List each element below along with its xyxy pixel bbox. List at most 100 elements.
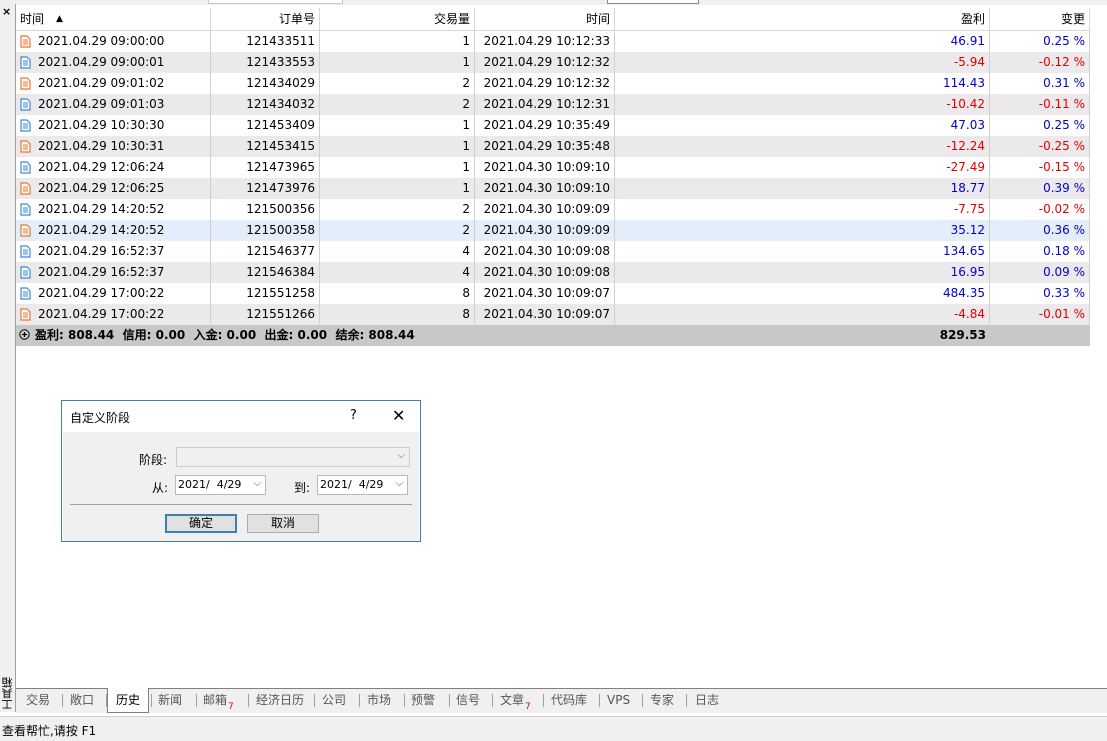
table-row[interactable]: 2021.04.29 10:30:31 121453415 1 2021.04.29 …: [16, 136, 1090, 157]
cell-order: 121453415: [211, 136, 320, 157]
tab-label: VPS: [607, 693, 631, 707]
tab-divider: [686, 694, 687, 707]
cell-volume: 1: [320, 136, 475, 157]
document-icon: [20, 308, 31, 321]
cell-time-text: 2021.04.29 10:30:30: [38, 118, 165, 132]
document-icon: [20, 161, 31, 174]
tab-label: 预警: [411, 693, 436, 707]
table-row[interactable]: 2021.04.29 12:06:25 121473976 1 2021.04.30 …: [16, 178, 1090, 199]
dialog-title: 自定义阶段: [70, 411, 131, 425]
tab-item[interactable]: 新闻: [158, 689, 182, 711]
tab-item[interactable]: 交易: [26, 689, 50, 711]
col-header-order[interactable]: 订单号: [211, 8, 320, 30]
cell-order: 121453409: [211, 115, 320, 136]
ok-button[interactable]: 确定: [165, 514, 237, 533]
cell-change: 0.31 %: [990, 73, 1090, 94]
cell-volume: 1: [320, 115, 475, 136]
tab-item[interactable]: 信号: [456, 689, 480, 711]
tab-label: 历史: [116, 693, 141, 707]
tab-item[interactable]: 市场: [367, 689, 391, 711]
cell-time-text: 2021.04.29 12:06:25: [38, 181, 165, 195]
cell-order: 121546384: [211, 262, 320, 283]
to-date-value: 2021/ 4/29: [320, 478, 384, 491]
cell-time: 2021.04.29 10:30:30: [16, 115, 211, 136]
table-row[interactable]: 2021.04.29 17:00:22 121551266 8 2021.04.30 …: [16, 304, 1090, 325]
tab-item[interactable]: 代码库: [551, 689, 587, 711]
tab-label: 邮箱: [203, 693, 228, 707]
top-input-left[interactable]: [208, 0, 343, 4]
expand-plus-icon[interactable]: [19, 328, 30, 343]
period-label: 阶段:: [139, 453, 168, 467]
table-row[interactable]: 2021.04.29 09:00:01 121433553 1 2021.04.29 …: [16, 52, 1090, 73]
cell-time-text: 2021.04.29 17:00:22: [38, 286, 165, 300]
tab-label: 代码库: [551, 693, 588, 707]
col-header-time[interactable]: 时间 ▲: [16, 8, 211, 30]
tab-divider: [196, 694, 197, 707]
table-row[interactable]: 2021.04.29 12:06:24 121473965 1 2021.04.30 …: [16, 157, 1090, 178]
col-header-volume[interactable]: 交易量: [320, 8, 475, 30]
table-row[interactable]: 2021.04.29 10:30:30 121453409 1 2021.04.29 …: [16, 115, 1090, 136]
cell-volume: 2: [320, 220, 475, 241]
cell-order: 121434032: [211, 94, 320, 115]
period-select[interactable]: ⌵: [176, 447, 410, 467]
tab-item[interactable]: 日志: [695, 689, 719, 711]
col-header-change[interactable]: 变更: [990, 8, 1090, 30]
tab-item[interactable]: 历史: [107, 688, 150, 713]
cell-order: 121434029: [211, 73, 320, 94]
tab-item[interactable]: 敞口: [70, 689, 94, 711]
document-icon: [20, 245, 31, 258]
cell-order: 121551258: [211, 283, 320, 304]
cell-volume: 4: [320, 262, 475, 283]
tab-badge: 7: [228, 702, 234, 712]
tab-item[interactable]: VPS: [607, 689, 630, 711]
tab-item[interactable]: 专家: [650, 689, 674, 711]
summary-row[interactable]: 盈利: 808.44 信用: 0.00 入金: 0.00 出金: 0.00 结余…: [16, 325, 1090, 346]
table-row[interactable]: 2021.04.29 14:20:52 121500358 2 2021.04.30 …: [16, 220, 1090, 241]
table-row[interactable]: 2021.04.29 09:00:00 121433511 1 2021.04.29 …: [16, 31, 1090, 52]
table-row[interactable]: 2021.04.29 14:20:52 121500356 2 2021.04.30 …: [16, 199, 1090, 220]
col-header-time-label: 时间: [20, 12, 45, 26]
cell-time: 2021.04.29 16:52:37: [16, 262, 211, 283]
cell-change: 0.09 %: [990, 262, 1090, 283]
summary-total: 829.53: [939, 328, 986, 342]
dialog-close-icon[interactable]: ✕: [392, 406, 405, 425]
to-date-picker[interactable]: 2021/ 4/29 ⌵: [317, 475, 408, 495]
cell-time-text: 2021.04.29 16:52:37: [38, 244, 165, 258]
table-row[interactable]: 2021.04.29 17:00:22 121551258 8 2021.04.30 …: [16, 283, 1090, 304]
cell-change: -0.02 %: [990, 199, 1090, 220]
table-row[interactable]: 2021.04.29 09:01:02 121434029 2 2021.04.29 …: [16, 73, 1090, 94]
tab-divider: [106, 694, 107, 707]
close-icon[interactable]: ×: [2, 6, 11, 17]
tab-item[interactable]: 预警: [411, 689, 435, 711]
tab-label: 文章: [500, 693, 525, 707]
help-icon[interactable]: ?: [350, 408, 357, 423]
table-row[interactable]: 2021.04.29 16:52:37 121546377 4 2021.04.30 …: [16, 241, 1090, 262]
chevron-down-icon: ⌵: [397, 450, 405, 461]
cell-profit: 18.77: [615, 178, 990, 199]
table-row[interactable]: 2021.04.29 16:52:37 121546384 4 2021.04.30 …: [16, 262, 1090, 283]
cancel-button[interactable]: 取消: [247, 514, 319, 533]
cell-profit: 114.43: [615, 73, 990, 94]
tab-item[interactable]: 经济日历: [256, 689, 304, 711]
tab-item[interactable]: 文章7: [500, 689, 531, 712]
cell-close-time: 2021.04.30 10:09:10: [475, 157, 615, 178]
top-input-right[interactable]: [607, 0, 699, 4]
cell-volume: 1: [320, 31, 475, 52]
col-header-profit[interactable]: 盈利: [615, 8, 990, 30]
tab-label: 日志: [695, 693, 720, 707]
tab-item[interactable]: 邮箱7: [203, 689, 234, 712]
table-row[interactable]: 2021.04.29 09:01:03 121434032 2 2021.04.29 …: [16, 94, 1090, 115]
tab-item[interactable]: 公司: [322, 689, 346, 711]
chevron-down-icon: ⌵: [253, 478, 261, 489]
cell-profit: -5.94: [615, 52, 990, 73]
cell-time-text: 2021.04.29 16:52:37: [38, 265, 165, 279]
document-icon: [20, 287, 31, 300]
from-date-picker[interactable]: 2021/ 4/29 ⌵: [175, 475, 266, 495]
table-body: 2021.04.29 09:00:00 121433511 1 2021.04.29 …: [16, 31, 1090, 325]
summary-text: 盈利: 808.44 信用: 0.00 入金: 0.00 出金: 0.00 结余…: [35, 328, 415, 342]
cell-change: -0.15 %: [990, 157, 1090, 178]
cell-time-text: 2021.04.29 09:01:02: [38, 76, 165, 90]
cell-volume: 1: [320, 178, 475, 199]
col-header-close-time[interactable]: 时间: [475, 8, 615, 30]
cell-profit: 46.91: [615, 31, 990, 52]
